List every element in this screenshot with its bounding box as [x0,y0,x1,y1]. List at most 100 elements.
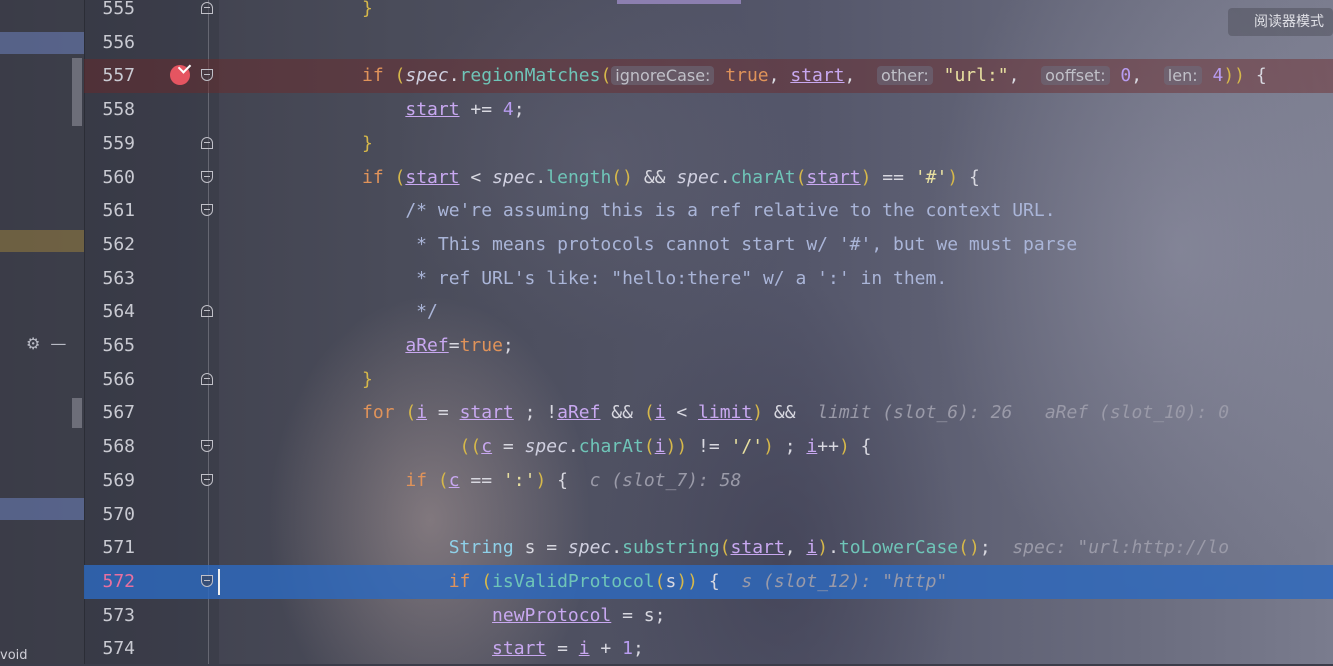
code-text[interactable]: if (isValidProtocol(s)) { s (slot_12): "… [362,570,948,593]
code-line[interactable]: 557 if (spec.regionMatches(ignoreCase: tr… [84,59,1333,94]
code-token: += [459,99,503,121]
line-number[interactable]: 562 [84,234,135,256]
code-token: . [567,436,579,458]
code-token: { [1245,65,1267,87]
code-token: ':' [502,469,536,491]
code-token: ( [643,436,655,458]
code-line[interactable]: 567 for (i = start ; !aRef && (i < limit)… [84,396,1333,430]
code-text[interactable]: } [362,133,373,155]
code-line[interactable]: 561 /* we're assuming this is a ref rela… [84,194,1333,228]
line-number[interactable]: 557 [84,65,135,87]
code-text[interactable]: newProtocol = s; [362,605,665,627]
line-number[interactable]: 574 [84,638,135,660]
code-text[interactable]: if (c == ':') { c (slot_7): 58 [362,470,741,492]
code-line[interactable]: 568 ((c = spec.charAt(i)) != '/') ; i++)… [84,430,1333,464]
code-token: toLowerCase [838,537,959,559]
line-number[interactable]: 564 [84,301,135,323]
parameter-hint: ignoreCase: [611,66,715,86]
code-line[interactable]: 563 * ref URL's like: "hello:there" w/ a… [84,262,1333,296]
fold-toggle-icon[interactable] [201,372,213,385]
code-text[interactable]: * ref URL's like: "hello:there" w/ a ':'… [362,268,947,290]
line-number[interactable]: 567 [84,402,135,424]
code-line[interactable]: 564 */ [84,295,1333,329]
code-text[interactable]: * This means protocols cannot start w/ '… [362,234,1077,256]
line-number[interactable]: 559 [84,133,135,155]
fold-toggle-icon[interactable] [201,69,213,82]
code-text[interactable]: start = i + 1; [362,638,644,660]
code-line[interactable]: 573 newProtocol = s; [84,599,1333,633]
line-number[interactable]: 555 [84,0,135,20]
code-token: 4 [1201,65,1224,87]
code-line[interactable]: 558 start += 4; [84,93,1333,127]
code-token: spec [524,436,568,458]
code-text[interactable]: if (start < spec.length() && spec.charAt… [362,167,980,189]
panel-selected-row[interactable] [0,498,84,520]
code-text[interactable]: ((c = spec.charAt(i)) != '/') ; i++) { [362,436,872,458]
line-number[interactable]: 561 [84,200,135,222]
line-number[interactable]: 570 [84,504,135,526]
code-token: true [459,335,503,356]
code-line[interactable]: 556 [84,26,1333,60]
code-line[interactable]: 559} [84,127,1333,161]
code-text[interactable]: start += 4; [362,99,524,121]
code-line[interactable]: 555} [84,0,1333,26]
code-token: ( [481,570,493,592]
code-token: start [405,166,460,188]
line-number[interactable]: 573 [84,605,135,627]
fold-toggle-icon[interactable] [201,136,213,149]
code-text[interactable]: if (spec.regionMatches(ignoreCase: true,… [362,65,1267,87]
line-number[interactable]: 558 [84,99,135,121]
code-line[interactable]: 565 aRef=true; [84,329,1333,363]
code-token: start [806,166,861,188]
gear-icon[interactable]: ⚙ [26,334,40,353]
line-number[interactable]: 572 [84,571,135,593]
panel-scrollbar[interactable] [72,58,82,126]
fold-toggle-icon[interactable] [201,473,213,486]
code-token: (( [459,436,482,458]
code-line[interactable]: 572 if (isValidProtocol(s)) { s (slot_12… [84,564,1333,599]
code-token: ) [535,469,547,491]
line-number[interactable]: 565 [84,335,135,357]
code-line[interactable]: 571 String s = spec.substring(start, i).… [84,531,1333,565]
line-number[interactable]: 568 [84,436,135,458]
code-token: spec [492,166,536,188]
code-line[interactable]: 569 if (c == ':') { c (slot_7): 58 [84,464,1333,498]
code-token: i [654,402,666,424]
line-number[interactable]: 569 [84,470,135,492]
code-line[interactable]: 566} [84,363,1333,397]
code-token: { [958,166,980,188]
code-text[interactable]: String s = spec.substring(start, i).toLo… [362,537,1229,559]
project-panel[interactable]: ⚙ — void [0,0,85,664]
fold-toggle-icon[interactable] [201,574,213,587]
parameter-hint: len: [1163,66,1202,86]
code-text[interactable]: for (i = start ; !aRef && (i < limit) &&… [362,402,1229,424]
fold-toggle-icon[interactable] [201,170,213,183]
line-number[interactable]: 571 [84,537,135,559]
code-token: if [362,166,395,188]
code-line[interactable]: 560 if (start < spec.length() && spec.cha… [84,161,1333,195]
code-line[interactable]: 574 start = i + 1; [84,632,1333,666]
panel-selected-row[interactable] [0,32,84,54]
minus-icon[interactable]: — [50,334,66,353]
code-token: ( [600,65,612,87]
code-line[interactable]: 570 [84,498,1333,532]
fold-toggle-icon[interactable] [201,2,213,14]
line-number[interactable]: 566 [84,369,135,391]
panel-scrollbar[interactable] [72,398,82,428]
fold-toggle-icon[interactable] [201,204,213,217]
line-number[interactable]: 556 [84,32,135,54]
code-text[interactable]: } [362,369,373,391]
code-text[interactable]: aRef=true; [362,335,513,357]
line-number[interactable]: 560 [84,167,135,189]
fold-toggle-icon[interactable] [201,305,213,318]
line-number[interactable]: 563 [84,268,135,290]
code-text[interactable]: } [362,0,373,20]
code-line[interactable]: 562 * This means protocols cannot start … [84,228,1333,262]
fold-toggle-icon[interactable] [201,440,213,453]
parameter-hint: ooffset: [1041,66,1110,86]
breakpoint-icon[interactable] [170,65,190,86]
code-text[interactable]: /* we're assuming this is a ref relative… [362,200,1055,222]
code-text[interactable]: */ [362,301,438,323]
panel-highlight-row[interactable] [0,230,84,252]
